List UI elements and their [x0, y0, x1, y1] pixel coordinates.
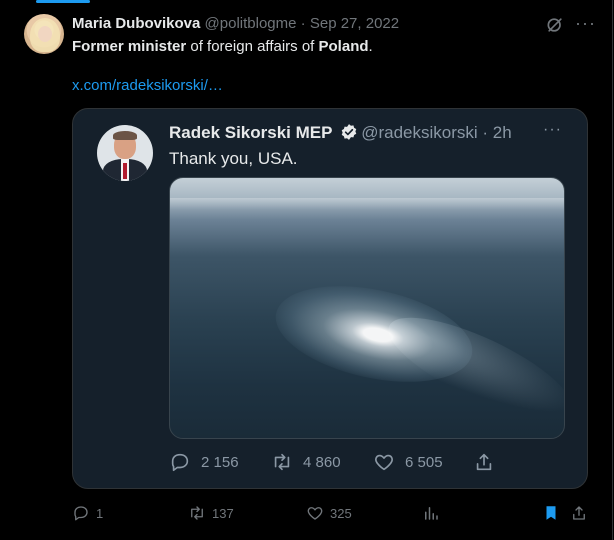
retweet-icon	[191, 506, 203, 520]
quoted-time[interactable]: 2h	[493, 123, 512, 142]
avatar-hair	[113, 131, 137, 140]
grok-icon[interactable]	[545, 15, 565, 35]
tweet-actions: 1 137 325	[72, 504, 592, 526]
tweet[interactable]: Maria Dubovikova @politblogme · Sep 27, …	[0, 0, 613, 540]
quoted-author-name[interactable]: Radek Sikorski MEP	[169, 123, 332, 142]
like-button[interactable]: 325	[306, 504, 352, 522]
tweet-link[interactable]: x.com/radeksikorski/…	[72, 77, 223, 95]
reply-icon	[74, 506, 88, 521]
avatar-tie	[123, 163, 127, 179]
tweet-text-bold-1: Former minister	[72, 38, 187, 55]
like-count: 325	[330, 505, 352, 521]
column-divider	[612, 0, 613, 540]
more-icon[interactable]: ···	[575, 14, 599, 34]
photo-horizon	[170, 198, 564, 210]
header-separator: ·	[296, 15, 310, 32]
quoted-more-icon[interactable]: ···	[543, 121, 562, 139]
tweet-text-end: .	[368, 38, 373, 55]
quoted-like-button[interactable]: 6 505	[373, 451, 443, 473]
verified-badge-icon	[341, 124, 357, 140]
quoted-reply-count: 2 156	[201, 453, 239, 471]
views-icon	[425, 507, 438, 520]
reply-count: 1	[96, 505, 104, 521]
reply-button[interactable]: 1	[72, 504, 103, 522]
tweet-header: Maria Dubovikova @politblogme · Sep 27, …	[72, 15, 399, 33]
author-name[interactable]: Maria Dubovikova	[72, 15, 200, 32]
quoted-share-button[interactable]	[473, 451, 495, 473]
quoted-reply-button[interactable]: 2 156	[169, 451, 239, 473]
share-icon	[476, 453, 492, 471]
quoted-tweet[interactable]: Radek Sikorski MEP @radeksikorski · 2h ·…	[72, 108, 588, 489]
tweet-text-middle: of foreign affairs of	[186, 38, 319, 55]
quoted-like-count: 6 505	[405, 453, 443, 471]
quoted-separator: ·	[477, 123, 493, 142]
retweet-icon	[274, 453, 290, 471]
retweet-button[interactable]: 137	[188, 504, 234, 522]
quoted-avatar[interactable]	[97, 125, 153, 181]
share-button[interactable]	[570, 504, 588, 522]
like-icon	[307, 507, 323, 520]
avatar-face	[38, 26, 52, 42]
tweet-text: Former minister of foreign affairs of Po…	[72, 38, 373, 56]
quoted-header: Radek Sikorski MEP @radeksikorski · 2h	[169, 123, 512, 143]
share-icon	[573, 506, 585, 520]
bookmark-button[interactable]	[542, 504, 560, 522]
retweet-count: 137	[212, 505, 234, 521]
like-icon	[375, 454, 393, 471]
quoted-photo[interactable]	[169, 177, 565, 439]
tweet-text-bold-2: Poland	[318, 38, 369, 55]
quoted-actions: 2 156 4 860 6 505	[169, 451, 569, 473]
quoted-text: Thank you, USA.	[169, 149, 298, 168]
reply-icon	[171, 453, 189, 472]
top-accent-bar	[36, 0, 90, 3]
quoted-handle[interactable]: @radeksikorski	[361, 123, 477, 142]
author-handle[interactable]: @politblogme	[205, 15, 297, 32]
bookmark-icon	[546, 506, 556, 520]
views-button[interactable]	[422, 504, 440, 522]
quoted-retweet-count: 4 860	[303, 453, 341, 471]
avatar[interactable]	[24, 14, 64, 54]
quoted-retweet-button[interactable]: 4 860	[271, 451, 341, 473]
tweet-date[interactable]: Sep 27, 2022	[310, 15, 399, 32]
